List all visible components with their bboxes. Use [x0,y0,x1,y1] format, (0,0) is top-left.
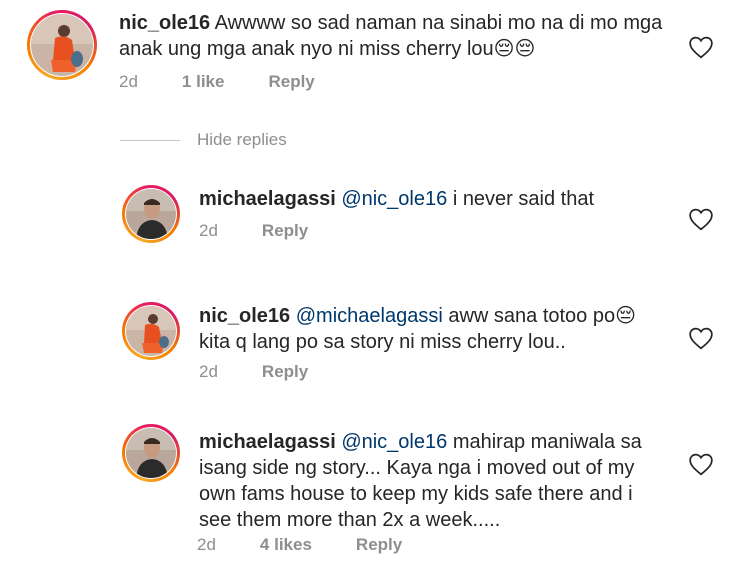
reply-text: michaelagassi @nic_ole16 mahirap maniwal… [199,429,669,533]
reply-meta: 2d Reply [199,362,308,382]
reply-username[interactable]: michaelagassi [199,188,336,210]
reply-text: michaelagassi @nic_ole16 i never said th… [199,186,669,212]
reply-time[interactable]: 2d [197,535,216,555]
profile-photo-icon [126,306,176,356]
reply-time[interactable]: 2d [199,362,218,382]
comment-likes[interactable]: 1 like [182,72,225,92]
reply-text: nic_ole16 @michaelagassi aww sana totoo … [199,303,669,355]
profile-photo-icon [126,189,176,239]
reply-body-line-2: isang side ng story... Kaya nga i moved … [199,457,635,479]
reply-button[interactable]: Reply [262,362,308,382]
heart-outline-icon[interactable] [688,35,714,59]
avatar[interactable] [122,185,180,243]
reply-likes[interactable]: 4 likes [260,535,312,555]
reply-button[interactable]: Reply [262,221,308,241]
reply-button[interactable]: Reply [356,535,402,555]
hide-replies-label[interactable]: Hide replies [197,130,287,150]
heart-outline-icon[interactable] [688,452,714,476]
avatar[interactable] [122,302,180,360]
profile-photo-icon [126,428,176,478]
reply-body-line-2: kita q lang po sa story ni miss cherry l… [199,331,566,353]
reply-mention[interactable]: @michaelagassi [296,305,443,327]
reply-body: i never said that [452,188,595,210]
reply-username[interactable]: michaelagassi [199,431,336,453]
reply-body-line-1: aww sana totoo po [448,305,616,327]
reply-mention[interactable]: @nic_ole16 [341,431,447,453]
reply-meta: 2d 4 likes Reply [197,535,402,555]
hide-replies-divider [120,139,180,141]
reply-emoji: 😔 [615,305,636,327]
comment-text: nic_ole16 Awwww so sad naman na sinabi m… [119,10,679,62]
reply-body-line-3: own fams house to keep my kids safe ther… [199,483,633,505]
reply-body-line-1: mahirap maniwala sa [452,431,642,453]
reply-mention[interactable]: @nic_ole16 [341,188,447,210]
hide-replies[interactable]: Hide replies [120,130,287,150]
reply-body-line-4: see them more than 2x a week..... [199,509,501,531]
avatar[interactable] [27,10,97,80]
heart-outline-icon[interactable] [688,207,714,231]
heart-outline-icon[interactable] [688,326,714,350]
comment-emoji: 😔😔 [493,38,536,60]
avatar[interactable] [122,424,180,482]
reply-line-1: michaelagassi @nic_ole16 mahirap maniwal… [199,429,669,455]
profile-photo-icon [31,14,93,76]
reply-line-1: nic_ole16 @michaelagassi aww sana totoo … [199,303,669,329]
comment-username[interactable]: nic_ole16 [119,12,210,34]
reply-username[interactable]: nic_ole16 [199,305,290,327]
reply-button[interactable]: Reply [268,72,314,92]
reply-meta: 2d Reply [199,221,308,241]
comment-meta: 2d 1 like Reply [119,72,315,92]
comment-time[interactable]: 2d [119,72,138,92]
reply-time[interactable]: 2d [199,221,218,241]
